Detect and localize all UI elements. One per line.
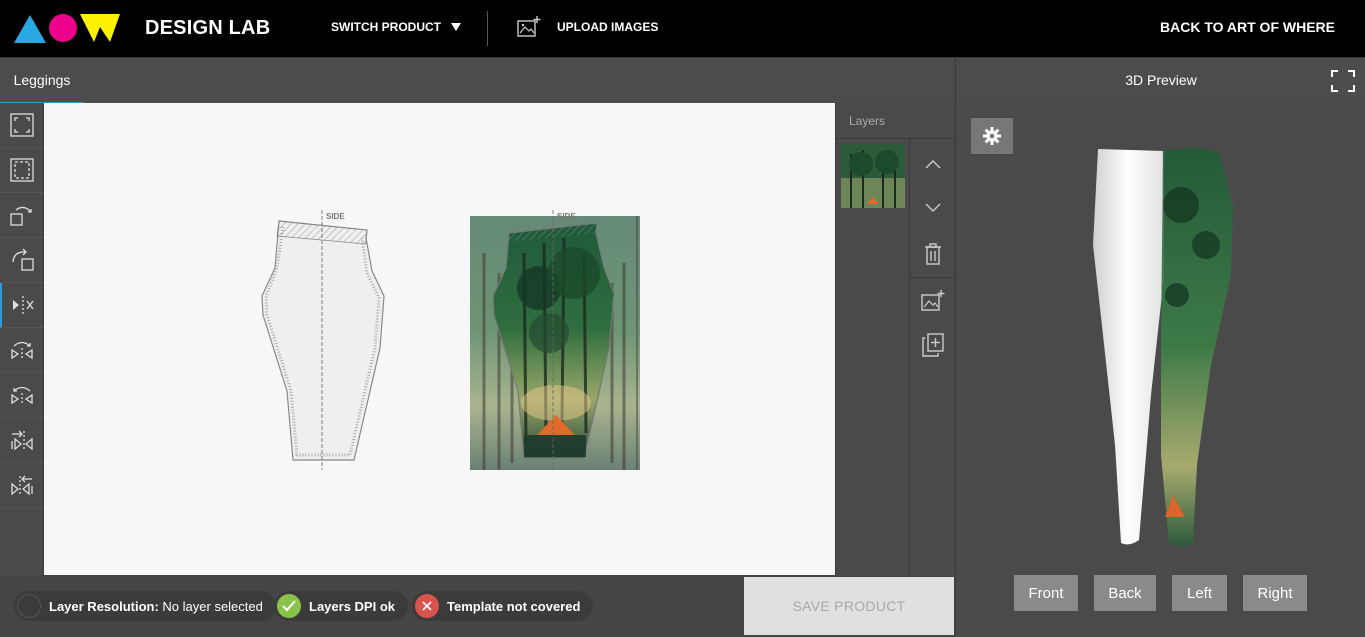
3d-preview-panel: Front Back Left Right (955, 103, 1365, 637)
art-of-where-logo[interactable] (14, 13, 120, 43)
design-canvas[interactable]: SIDE SIDE (44, 103, 835, 575)
check-icon (277, 594, 301, 618)
header-divider (487, 11, 488, 46)
left-leg-template[interactable]: SIDE (261, 210, 385, 470)
flip-rotate-right-button[interactable] (0, 373, 44, 418)
view-back-button[interactable]: Back (1094, 575, 1156, 611)
leggings-3d-model[interactable] (1081, 145, 1251, 550)
tool-sidebar (0, 103, 44, 575)
layer-resolution-status: Layer Resolution: No layer selected (14, 591, 276, 621)
flip-horizontal-icon (13, 296, 34, 314)
view-front-button[interactable]: Front (1014, 575, 1078, 611)
coverage-status: Template not covered (412, 591, 594, 621)
rotate-left-button[interactable] (0, 193, 44, 238)
template-drawing: SIDE SIDE (261, 210, 640, 470)
flip-rotate-left-button[interactable] (0, 328, 44, 373)
preview-header: 3D Preview (955, 57, 1365, 103)
status-bar: Layer Resolution: No layer selected Laye… (0, 575, 955, 637)
close-icon (415, 594, 439, 618)
switch-product-label: SWITCH PRODUCT (331, 20, 441, 34)
align-right-button[interactable] (0, 418, 44, 463)
view-left-button[interactable]: Left (1172, 575, 1227, 611)
layers-panel: Layers (835, 103, 956, 575)
layer-down-button[interactable] (910, 186, 956, 230)
fit-height-button[interactable] (0, 148, 44, 193)
right-leg-template[interactable]: SIDE (470, 210, 640, 470)
fit-height-icon (10, 158, 34, 182)
preview-title: 3D Preview (1125, 72, 1197, 88)
save-product-button[interactable]: SAVE PRODUCT (744, 577, 954, 635)
add-image-icon (921, 290, 945, 311)
fit-width-button[interactable] (0, 103, 44, 148)
flip-rotate-right-icon (11, 386, 33, 405)
caret-down-icon (451, 23, 461, 31)
chevron-up-icon (925, 160, 941, 169)
duplicate-layer-button[interactable] (910, 323, 956, 367)
add-image-icon (517, 16, 541, 37)
view-right-button[interactable]: Right (1243, 575, 1307, 611)
layer-controls (909, 139, 956, 575)
rotate-right-button[interactable] (0, 238, 44, 283)
gear-icon (983, 127, 1001, 145)
align-right-icon (11, 430, 33, 451)
layer-controls-divider (910, 277, 956, 278)
flip-rotate-left-icon (11, 341, 33, 360)
coverage-label: Template not covered (447, 598, 581, 614)
align-left-button[interactable] (0, 463, 44, 508)
side-label-left: SIDE (326, 212, 345, 221)
delete-layer-button[interactable] (910, 232, 956, 276)
duplicate-icon (922, 333, 944, 357)
flip-horizontal-button[interactable] (0, 283, 44, 328)
side-label-right: SIDE (557, 212, 576, 221)
chevron-down-icon (925, 203, 941, 212)
view-buttons: Front Back Left Right (1014, 575, 1307, 611)
rotate-left-icon (10, 206, 32, 226)
back-to-art-of-where-link[interactable]: BACK TO ART OF WHERE (1160, 19, 1335, 35)
layer-thumbnail[interactable] (841, 144, 905, 208)
dpi-status: Layers DPI ok (274, 591, 408, 621)
align-left-icon (11, 475, 33, 496)
resolution-label: Layer Resolution: No layer selected (49, 598, 263, 614)
trash-icon (925, 243, 941, 265)
switch-product-button[interactable]: SWITCH PRODUCT (331, 20, 461, 34)
app-title: DESIGN LAB (145, 17, 271, 39)
rotate-right-icon (12, 248, 34, 271)
tab-leggings[interactable]: Leggings (0, 58, 84, 104)
product-tab-bar: Leggings (0, 57, 955, 104)
fullscreen-icon[interactable] (1331, 70, 1355, 92)
layer-up-button[interactable] (910, 142, 956, 186)
resolution-indicator-icon (17, 594, 41, 618)
upload-images-label: UPLOAD IMAGES (557, 20, 659, 34)
fit-width-icon (10, 113, 34, 137)
preview-settings-button[interactable] (971, 118, 1013, 154)
dpi-label: Layers DPI ok (309, 598, 395, 614)
upload-images-button[interactable]: UPLOAD IMAGES (517, 16, 658, 38)
add-image-layer-button[interactable] (910, 279, 956, 323)
top-bar: DESIGN LAB SWITCH PRODUCT UPLOAD IMAGES … (0, 0, 1365, 57)
layers-title: Layers (849, 114, 886, 128)
